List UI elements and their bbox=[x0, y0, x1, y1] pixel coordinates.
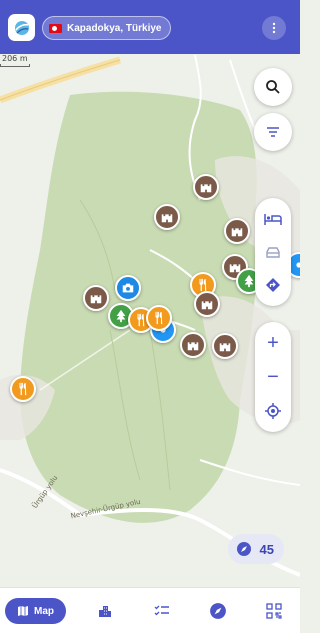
castle-marker[interactable] bbox=[83, 285, 109, 311]
directions-icon bbox=[266, 277, 280, 292]
route-panel bbox=[255, 198, 291, 306]
zoom-panel: + − bbox=[255, 322, 291, 432]
restaurant-marker[interactable] bbox=[10, 376, 36, 402]
checklist-icon bbox=[154, 605, 169, 616]
castle-icon bbox=[231, 228, 243, 237]
map-scale-label: 206 m bbox=[2, 54, 28, 63]
nav-checklist[interactable] bbox=[144, 598, 180, 624]
map-icon bbox=[18, 606, 28, 616]
qr-code-icon bbox=[266, 603, 282, 619]
nav-map[interactable]: Map bbox=[5, 598, 66, 624]
places-count-value: 45 bbox=[259, 541, 274, 557]
globe-logo-icon bbox=[14, 20, 29, 35]
plus-icon: + bbox=[267, 332, 279, 354]
tree-icon bbox=[116, 309, 126, 323]
castle-marker[interactable] bbox=[212, 333, 238, 359]
photo-spot-marker[interactable] bbox=[115, 275, 141, 301]
nav-map-label: Map bbox=[34, 605, 54, 617]
castle-icon bbox=[201, 301, 213, 310]
search-button[interactable] bbox=[254, 68, 292, 106]
more-vertical-icon bbox=[272, 22, 276, 34]
castle-marker[interactable] bbox=[154, 204, 180, 230]
castle-icon bbox=[187, 342, 199, 351]
compass-icon bbox=[236, 542, 251, 556]
app-header: Kapadokya, Türkiye bbox=[0, 0, 300, 54]
car-icon bbox=[266, 246, 280, 258]
castle-marker[interactable] bbox=[194, 291, 220, 317]
filter-button[interactable] bbox=[254, 113, 292, 151]
castle-icon bbox=[90, 295, 102, 304]
map-scale-bar bbox=[0, 64, 30, 67]
hotels-button[interactable] bbox=[255, 202, 291, 235]
bed-icon bbox=[264, 213, 282, 225]
directions-button[interactable] bbox=[255, 268, 291, 301]
turkey-flag-icon bbox=[49, 23, 62, 33]
nav-places[interactable] bbox=[87, 598, 123, 624]
restaurant-marker[interactable] bbox=[146, 305, 172, 331]
my-location-icon bbox=[265, 403, 281, 419]
my-location-button[interactable] bbox=[255, 394, 291, 428]
app-logo[interactable] bbox=[8, 14, 35, 41]
castle-icon bbox=[161, 214, 173, 223]
filter-icon bbox=[267, 127, 279, 137]
castle-marker[interactable] bbox=[224, 218, 250, 244]
search-icon bbox=[266, 80, 280, 94]
fork-knife-icon bbox=[155, 311, 163, 325]
more-menu-button[interactable] bbox=[262, 16, 286, 40]
zoom-out-button[interactable]: − bbox=[255, 360, 291, 394]
minus-icon: − bbox=[267, 366, 279, 388]
compass-icon bbox=[210, 603, 226, 619]
pin-icon bbox=[296, 262, 300, 268]
bottom-navigation: Map bbox=[0, 587, 300, 633]
nav-explore[interactable] bbox=[200, 598, 236, 624]
castle-marker[interactable] bbox=[193, 174, 219, 200]
zoom-in-button[interactable]: + bbox=[255, 326, 291, 360]
places-count[interactable]: 45 bbox=[227, 534, 284, 564]
drive-button[interactable] bbox=[255, 235, 291, 268]
tree-icon bbox=[244, 274, 254, 288]
location-name: Kapadokya, Türkiye bbox=[67, 22, 162, 34]
fork-knife-icon bbox=[199, 278, 207, 292]
castle-icon bbox=[200, 184, 212, 193]
fork-knife-icon bbox=[19, 382, 27, 396]
buildings-icon bbox=[99, 606, 111, 617]
nav-qr-scanner[interactable] bbox=[256, 598, 292, 624]
castle-icon bbox=[219, 343, 231, 352]
location-selector[interactable]: Kapadokya, Türkiye bbox=[42, 16, 172, 40]
camera-icon bbox=[122, 283, 134, 293]
castle-marker[interactable] bbox=[180, 332, 206, 358]
